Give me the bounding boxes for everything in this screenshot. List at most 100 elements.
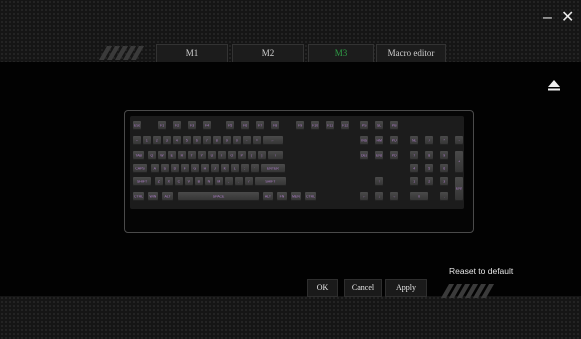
key-3[interactable]: 3 [163,136,171,145]
key-9[interactable]: 9 [223,136,231,145]
key-p[interactable]: P [238,151,246,160]
key-menu[interactable]: MENU [291,192,301,201]
tab-macro-editor[interactable]: Macro editor [376,44,446,62]
key-[interactable]: ; [241,164,249,173]
cancel-button[interactable]: Cancel [344,279,382,297]
key-o[interactable]: O [228,151,236,160]
key-f1[interactable]: F1 [158,121,167,130]
key-[interactable]: ] [258,151,266,160]
tab-m1[interactable]: M1 [156,44,228,62]
key-[interactable]: ~ [133,136,141,145]
minimize-button[interactable]: – [543,10,552,26]
key-m[interactable]: M [215,177,223,186]
key-5[interactable]: 5 [425,164,434,173]
key-l[interactable]: L [231,164,239,173]
key-[interactable]: - [455,136,464,145]
key-enter[interactable]: ENTER [261,164,285,173]
key-[interactable]: - [243,136,251,145]
key-s[interactable]: S [161,164,169,173]
key-[interactable]: ← [360,192,369,201]
key-f6[interactable]: F6 [241,121,250,130]
key-hm[interactable]: HM [375,136,384,145]
key-y[interactable]: Y [198,151,206,160]
key-f10[interactable]: F10 [311,121,320,130]
key-ctrl[interactable]: CTRL [133,192,145,201]
key-0[interactable]: 0 [233,136,241,145]
key-ps[interactable]: PS [360,121,369,130]
key-ctrl[interactable]: CTRL [305,192,317,201]
reset-to-default-link[interactable]: Reaset to default [449,266,513,276]
key-6[interactable]: 6 [193,136,201,145]
key-h[interactable]: H [201,164,209,173]
key-0[interactable]: 0 [410,192,429,201]
key-f2[interactable]: F2 [173,121,182,130]
key-[interactable]: * [440,136,449,145]
key-del[interactable]: DEL [360,151,369,160]
key-t[interactable]: T [188,151,196,160]
key-j[interactable]: J [211,164,219,173]
key-z[interactable]: Z [155,177,163,186]
key-i[interactable]: I [218,151,226,160]
key-6[interactable]: 6 [440,164,449,173]
key-fn[interactable]: FN [277,192,287,201]
key-f5[interactable]: F5 [226,121,235,130]
key-7[interactable]: 7 [203,136,211,145]
key-f8[interactable]: F8 [271,121,280,130]
key-win[interactable]: WIN [148,192,158,201]
key-f11[interactable]: F11 [326,121,335,130]
key-pd[interactable]: PD [390,151,399,160]
key-[interactable]: . [440,192,449,201]
key-[interactable]: ← [263,136,283,145]
key-u[interactable]: U [208,151,216,160]
key-[interactable]: → [390,192,399,201]
key-q[interactable]: Q [148,151,156,160]
key-7[interactable]: 7 [410,151,419,160]
key-9[interactable]: 9 [440,151,449,160]
key-caps[interactable]: CAPS [133,164,147,173]
key-f4[interactable]: F4 [203,121,212,130]
key-v[interactable]: V [185,177,193,186]
key-pb[interactable]: PB [390,121,399,130]
key-f12[interactable]: F12 [341,121,350,130]
close-button[interactable]: ✕ [561,10,574,26]
key-[interactable]: . [235,177,243,186]
key-w[interactable]: W [158,151,166,160]
key-space[interactable]: SPACE [178,192,260,201]
key-end[interactable]: END [375,151,384,160]
key-[interactable]: / [425,136,434,145]
key-1[interactable]: 1 [143,136,151,145]
key-tab[interactable]: TAB [133,151,145,160]
key-5[interactable]: 5 [183,136,191,145]
key-b[interactable]: B [195,177,203,186]
key-f[interactable]: F [181,164,189,173]
key-pu[interactable]: PU [390,136,399,145]
key-alt[interactable]: ALT [263,192,273,201]
key-ent[interactable]: ENT [455,177,464,201]
key-[interactable]: / [245,177,253,186]
key-sl[interactable]: SL [375,121,384,130]
key-3[interactable]: 3 [440,177,449,186]
key-2[interactable]: 2 [153,136,161,145]
eject-icon[interactable] [547,78,561,92]
key-nl[interactable]: NL [410,136,419,145]
key-4[interactable]: 4 [173,136,181,145]
key-r[interactable]: R [178,151,186,160]
key-shift[interactable]: SHIFT [133,177,152,186]
key-k[interactable]: K [221,164,229,173]
key-[interactable]: \ [268,151,283,160]
key-g[interactable]: G [191,164,199,173]
key-d[interactable]: D [171,164,179,173]
key-ins[interactable]: INS [360,136,369,145]
tab-m2[interactable]: M2 [232,44,304,62]
key-[interactable]: = [253,136,261,145]
key-8[interactable]: 8 [425,151,434,160]
key-8[interactable]: 8 [213,136,221,145]
key-[interactable]: ' [251,164,259,173]
tab-m3[interactable]: M3 [308,44,374,62]
key-[interactable]: ↑ [375,177,384,186]
apply-button[interactable]: Apply [385,279,427,297]
ok-button[interactable]: OK [307,279,338,297]
key-e[interactable]: E [168,151,176,160]
key-[interactable]: ↓ [375,192,384,201]
key-1[interactable]: 1 [410,177,419,186]
